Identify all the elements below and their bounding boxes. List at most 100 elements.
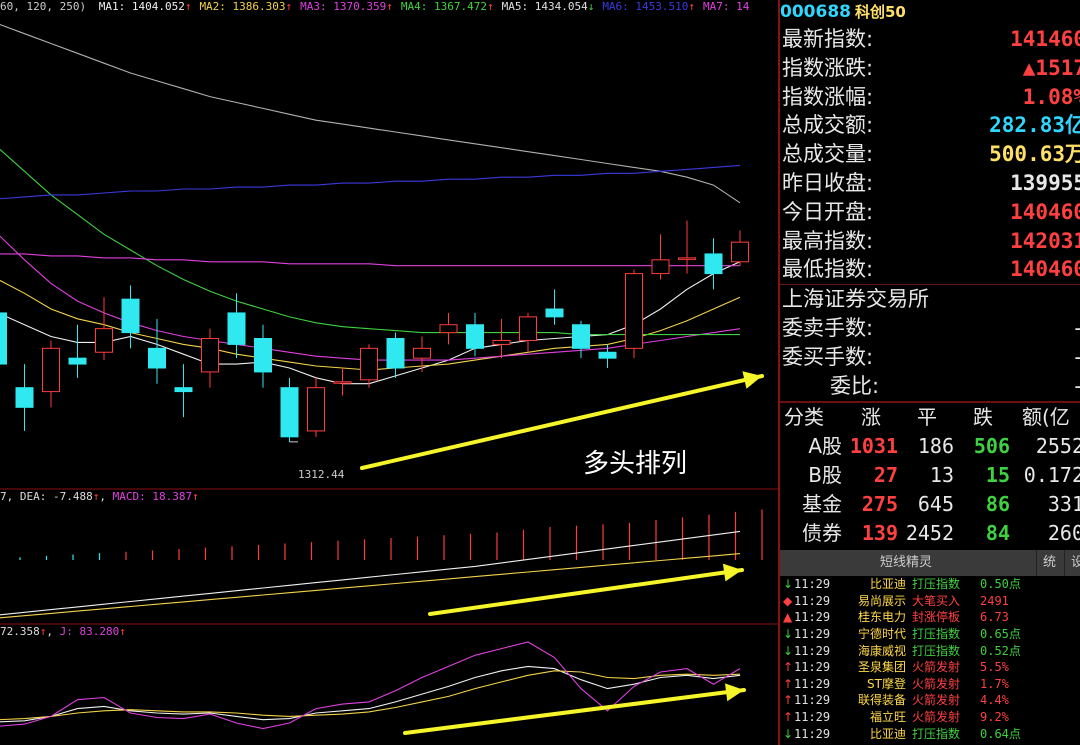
- signal-row[interactable]: ↑ 11:29 圣泉集团 火箭发射 5.5%: [780, 659, 1080, 676]
- candle-body-down: [0, 312, 7, 365]
- order-value: -: [1074, 314, 1080, 343]
- candle-body-up: [42, 347, 60, 393]
- table-header: 分类 涨 平 跌 额(亿: [780, 403, 1080, 432]
- order-row: 委比: -: [780, 372, 1080, 401]
- signal-type: 封涨停板: [912, 610, 961, 625]
- signal-value: 0.52点: [980, 643, 1021, 658]
- signal-row[interactable]: ↓ 11:29 比亚迪 打压指数 0.50点: [780, 576, 1080, 593]
- quote-row: 最新指数: 141460: [780, 25, 1080, 54]
- kdj-d-arrow: ↑: [39, 625, 47, 638]
- tab-stats[interactable]: 统: [1036, 550, 1056, 577]
- signal-stock-name[interactable]: 联得装备: [842, 692, 906, 709]
- signal-stock-name[interactable]: 海康威视: [842, 643, 906, 660]
- signal-stock-name[interactable]: 宁德时代: [842, 626, 906, 643]
- candle-body-down: [254, 338, 272, 373]
- col-category: 分类: [784, 405, 824, 430]
- quote-row: 最低指数: 140460: [780, 255, 1080, 284]
- signal-stock-name[interactable]: 福立旺: [842, 709, 906, 726]
- order-list: 委卖手数: - 委买手数: - 委比: -: [780, 314, 1080, 401]
- quote-label: 今日开盘:: [782, 199, 874, 224]
- candle-body-up: [492, 339, 511, 345]
- quote-row: 今日开盘: 140460: [780, 198, 1080, 227]
- row-down: 506: [973, 434, 1010, 459]
- signal-row[interactable]: ↓ 11:29 比亚迪 打压指数 0.64点: [780, 726, 1080, 743]
- quote-value: ▲1517: [1022, 55, 1080, 80]
- macd-legend: 7, DEA: -7.488↑, MACD: 18.387↑: [0, 490, 199, 503]
- trend-arrow-kdj-shaft: [403, 688, 746, 735]
- row-flat: 186: [917, 434, 954, 459]
- row-amount: 260: [1047, 521, 1080, 546]
- quote-panel: 000688 科创50 最新指数: 141460 指数涨跌: ▲1517 指数涨幅: 1.0…: [780, 0, 1080, 745]
- table-row: B股 27 13 15 0.172: [780, 461, 1080, 490]
- signal-type: 火箭发射: [912, 676, 961, 691]
- signal-stock-name[interactable]: 比亚迪: [842, 726, 906, 743]
- quote-label: 最高指数:: [782, 228, 874, 253]
- row-down: 84: [985, 521, 1010, 546]
- kdj-legend: 72.358↑, J: 83.280↑: [0, 625, 126, 638]
- candle-body-down: [386, 338, 405, 369]
- ma-legend-arrow: ↓: [587, 0, 595, 13]
- signal-value: 2491: [980, 593, 1009, 608]
- signal-symbol-icon: ↓: [783, 643, 794, 658]
- row-up: 1031: [849, 434, 898, 459]
- signal-type: 大笔买入: [912, 593, 961, 608]
- quote-row: 最高指数: 142031: [780, 227, 1080, 256]
- ma-legend: 60, 120, 250) MA1: 1404.052↑ MA2: 1386.30…: [0, 0, 778, 14]
- kdj-d-value: 72.358: [0, 625, 40, 638]
- index-name: 科创50: [854, 3, 906, 21]
- signal-stock-name[interactable]: ST摩登: [842, 676, 906, 693]
- sprite-toolbar[interactable]: 短线精灵 统 设: [780, 550, 1080, 577]
- candle-body-down: [174, 387, 193, 393]
- quote-value: 139955: [1010, 170, 1080, 195]
- signal-value: 0.65点: [980, 626, 1021, 641]
- quote-value: 140460: [1010, 199, 1080, 224]
- candle-body-down: [227, 312, 246, 345]
- table-body: A股 1031 186 506 2552 B股 27 13 15 0.172 基金 275 645 86 3…: [780, 432, 1080, 548]
- signal-list[interactable]: ↓ 11:29 比亚迪 打压指数 0.50点 ◆ 11:29 易尚展示 大笔买入 2491 ▲ 11:…: [780, 576, 1080, 742]
- quote-value: 140460: [1010, 257, 1080, 282]
- ma-params: 60, 120, 250): [0, 0, 87, 13]
- signal-value: 6.73: [980, 610, 1009, 625]
- signal-row[interactable]: ◆ 11:29 易尚展示 大笔买入 2491: [780, 593, 1080, 610]
- order-row: 委卖手数: -: [780, 314, 1080, 343]
- signal-row[interactable]: ↑ 11:29 ST摩登 火箭发射 1.7%: [780, 676, 1080, 693]
- signal-row[interactable]: ↓ 11:29 宁德时代 打压指数 0.65点: [780, 626, 1080, 643]
- kdj-d-line: [0, 670, 741, 721]
- signal-symbol-icon: ↓: [783, 577, 794, 592]
- order-label: 委卖手数:: [782, 316, 874, 341]
- trend-arrow-price-head: [742, 371, 762, 389]
- tab-short-sprite[interactable]: 短线精灵: [880, 550, 932, 576]
- signal-time: 11:29: [794, 660, 831, 675]
- signal-time: 11:29: [794, 610, 831, 625]
- row-down: 86: [985, 492, 1010, 517]
- signal-row[interactable]: ▲ 11:29 桂东电力 封涨停板 6.73: [780, 609, 1080, 626]
- chart-area[interactable]: 60, 120, 250) MA1: 1404.052↑ MA2: 1386.30…: [0, 0, 778, 745]
- trend-arrow-price-shaft: [360, 374, 764, 470]
- signal-value: 0.64点: [980, 726, 1021, 741]
- quote-row: 总成交量: 500.63万: [780, 140, 1080, 169]
- signal-row[interactable]: ↑ 11:29 联得装备 火箭发射 4.4%: [780, 692, 1080, 709]
- candle-body-up: [651, 259, 670, 275]
- quote-label: 最新指数:: [782, 27, 874, 51]
- signal-row[interactable]: ↓ 11:29 海康威视 打压指数 0.52点: [780, 643, 1080, 660]
- candle-body-down: [280, 387, 299, 438]
- signal-symbol-icon: ↑: [783, 660, 794, 675]
- signal-type: 打压指数: [912, 626, 961, 641]
- candle-body-up: [333, 381, 352, 384]
- signal-stock-name[interactable]: 桂东电力: [842, 609, 906, 626]
- row-amount: 2552: [1035, 434, 1080, 459]
- signal-stock-name[interactable]: 圣泉集团: [842, 659, 906, 676]
- signal-stock-name[interactable]: 易尚展示: [842, 593, 906, 610]
- signal-value: 9.2%: [980, 709, 1009, 724]
- signal-row[interactable]: ↑ 11:29 福立旺 火箭发射 9.2%: [780, 709, 1080, 726]
- ma-legend-arrow: ↑: [285, 0, 293, 13]
- quote-row: 昨日收盘: 139955: [780, 169, 1080, 198]
- row-amount: 331: [1047, 492, 1080, 517]
- tab-settings[interactable]: 设: [1064, 550, 1080, 577]
- ma-legend-item: MA3: 1370.359: [300, 0, 387, 13]
- quote-label: 最低指数:: [782, 257, 874, 282]
- candle-body-down: [121, 298, 140, 334]
- signal-stock-name[interactable]: 比亚迪: [842, 576, 906, 593]
- ma-legend-arrow: ↑: [386, 0, 393, 13]
- order-value: -: [1074, 343, 1080, 372]
